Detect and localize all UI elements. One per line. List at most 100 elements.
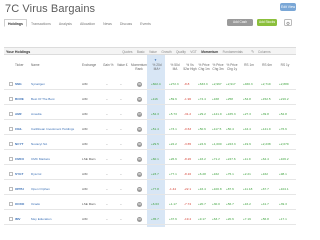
view-tab-quotes[interactable]: Quotes (120, 48, 135, 56)
view-tab-basic[interactable]: Basic (135, 48, 147, 56)
metric-cell: +216.2 (279, 97, 289, 101)
view-tab-momentum[interactable]: Momentum (199, 48, 220, 56)
gear-icon[interactable]: ⚙ (284, 19, 292, 26)
table-row[interactable]: NCYT Novacyt SA AIM – – 96 +29.5 +22.2 -3.65 +24.… (4, 138, 296, 150)
exchange-cell: AIM (82, 82, 88, 86)
table-row[interactable]: AMZ Amedia AIM – – 97 +52.3 +5.73 -31.2 +29.2 +141… (4, 108, 296, 120)
ticker-link[interactable]: SYGT (15, 168, 23, 180)
ticker-link[interactable]: CMCX (15, 153, 24, 165)
metric-cell: +5.73 (169, 112, 177, 116)
tab-discuss[interactable]: Discuss (116, 19, 136, 27)
exchange-cell: LSE Main (82, 202, 96, 206)
ticker-link[interactable]: OCDO (15, 198, 24, 210)
ticker-link[interactable]: SNG (15, 78, 22, 90)
company-name-link[interactable]: Ocado (31, 198, 40, 210)
column-header[interactable]: Name (31, 63, 71, 68)
row-checkbox[interactable] (9, 187, 13, 191)
ticker-link[interactable]: AMZ (15, 108, 22, 120)
metric-cell: +16.2 (243, 202, 251, 206)
row-checkbox[interactable] (9, 157, 13, 161)
momentum-rank-badge: 96 (137, 141, 142, 147)
row-checkbox[interactable] (9, 127, 13, 131)
row-checkbox[interactable] (9, 82, 13, 86)
tab-analysis[interactable]: Analysis (55, 19, 76, 27)
row-checkbox[interactable] (9, 217, 13, 221)
metric-cell: +168 (212, 97, 219, 101)
row-checkbox[interactable] (9, 202, 13, 206)
column-header[interactable]: RS 1m (242, 63, 256, 68)
metric-cell: +23.7 (151, 172, 159, 176)
company-name-link[interactable]: Dyscrol (31, 168, 41, 180)
table-row[interactable]: BCRE Best Of The Best AIM – – 98 +116 +59.6 -1.9… (4, 93, 296, 105)
metric-cell: -7.74 (184, 202, 192, 206)
metric-cell: +2,889 (279, 82, 289, 86)
table-row[interactable]: OCDO Ocado LSE Main – – 94 +6.63 +1.17 -7.74 +20.… (4, 198, 296, 210)
column-header[interactable]: % Price Chg 1y (225, 63, 239, 72)
column-header[interactable]: RS 6m (260, 63, 274, 68)
add-cash-transaction-button[interactable]: Add Cash Transaction (227, 19, 253, 31)
company-name-link[interactable]: Mey Education (31, 213, 51, 225)
company-name-link[interactable]: CMC Markets (31, 153, 50, 165)
metric-cell: +37.6 (169, 217, 177, 221)
row-checkbox[interactable] (9, 142, 13, 146)
column-header[interactable]: % Price Chg 3m (211, 63, 225, 72)
ticker-link[interactable]: NCYT (15, 138, 23, 150)
company-name-link[interactable]: Novacyt SA (31, 138, 47, 150)
exchange-cell: AIM (82, 172, 88, 176)
view-tab-vgt[interactable]: VGT (188, 48, 199, 56)
metric-cell: +52.3 (151, 112, 159, 116)
column-header[interactable]: Exchange (82, 63, 100, 68)
row-checkbox[interactable] (9, 112, 13, 116)
column-header[interactable]: Value £ (117, 63, 129, 68)
column-header[interactable]: % 50d MA (168, 63, 182, 72)
tab-allocation[interactable]: Allocation (76, 19, 99, 27)
company-name-link[interactable]: Best Of The Best (31, 93, 55, 105)
row-checkbox[interactable] (9, 172, 13, 176)
tab-holdings[interactable]: Holdings (4, 19, 27, 27)
table-row[interactable]: SYGT Dyscrol AIM – – 95 +23.7 +77.1 -8.16 +6.28 +1… (4, 168, 296, 180)
metric-cell: +39.8 (261, 112, 269, 116)
column-header[interactable]: Ticker (15, 63, 29, 68)
ticker-link[interactable]: BCRE (15, 93, 24, 105)
metric-cell: +106.2 (279, 157, 289, 161)
value-cell: – (120, 127, 122, 131)
column-header[interactable]: % Price Chg 1m (197, 63, 211, 72)
metric-cell: +67.7 (261, 187, 269, 191)
metric-cell: +141.9 (261, 127, 271, 131)
tab-events[interactable]: Events (136, 19, 155, 27)
ticker-link[interactable]: OPPH (15, 183, 24, 195)
gain-cell: – (106, 142, 108, 146)
table-row[interactable]: CIHL Caribbean Investment Holdings AIM – – 96… (4, 123, 296, 135)
ticker-link[interactable]: CIHL (15, 123, 22, 135)
gain-cell: – (106, 97, 108, 101)
metric-cell: +74.4 (198, 97, 206, 101)
company-name-link[interactable]: Open Orphan (31, 183, 50, 195)
exchange-cell: AIM (82, 112, 88, 116)
add-stocks-button[interactable]: Add Stocks (257, 19, 277, 26)
column-header[interactable]: RS 1y (278, 63, 292, 68)
column-header[interactable]: % Vs 52w High (183, 63, 197, 72)
tab-transactions[interactable]: Transactions (27, 19, 55, 27)
view-tab-quality[interactable]: Quality (174, 48, 188, 56)
view-tab-fundamentals[interactable]: Fundamentals (220, 48, 245, 56)
column-header[interactable]: % 20d MA+ (150, 63, 164, 72)
gain-cell: – (106, 82, 108, 86)
ticker-link[interactable]: IMV (15, 213, 21, 225)
column-header[interactable]: Gain % (103, 63, 115, 68)
company-name-link[interactable]: Caribbean Investment Holdings (31, 123, 74, 135)
gain-cell: – (106, 187, 108, 191)
sort-arrow-icon[interactable]: ▼ (154, 58, 157, 62)
tab-news[interactable]: News (99, 19, 116, 27)
row-checkbox[interactable] (9, 97, 13, 101)
table-row[interactable]: OPPH Open Orphan AIM – – 95 +77.8 -1.44 -22.1 +16… (4, 183, 296, 195)
company-name-link[interactable]: Amedia (31, 108, 42, 120)
columns-link[interactable]: Columns (258, 48, 271, 56)
company-name-link[interactable]: Synairgen (31, 78, 45, 90)
pencil-icon[interactable]: ✎ (251, 48, 254, 56)
column-header[interactable]: Momentum Rank (131, 63, 147, 72)
table-row[interactable]: CMCX CMC Markets LSE Main – – 95 +60.1 +26.6 -8.… (4, 153, 296, 165)
table-row[interactable]: SNG Synairgen AIM – – 99 +602.4 +272.3 -8.8 +633.… (4, 78, 296, 90)
metric-cell: +60.1 (151, 157, 159, 161)
table-row[interactable]: IMV Mey Education AIM – – 94 +35.7 +37.6 -19.4 +9… (4, 213, 296, 225)
edit-view-button[interactable]: Edit View (280, 3, 296, 11)
